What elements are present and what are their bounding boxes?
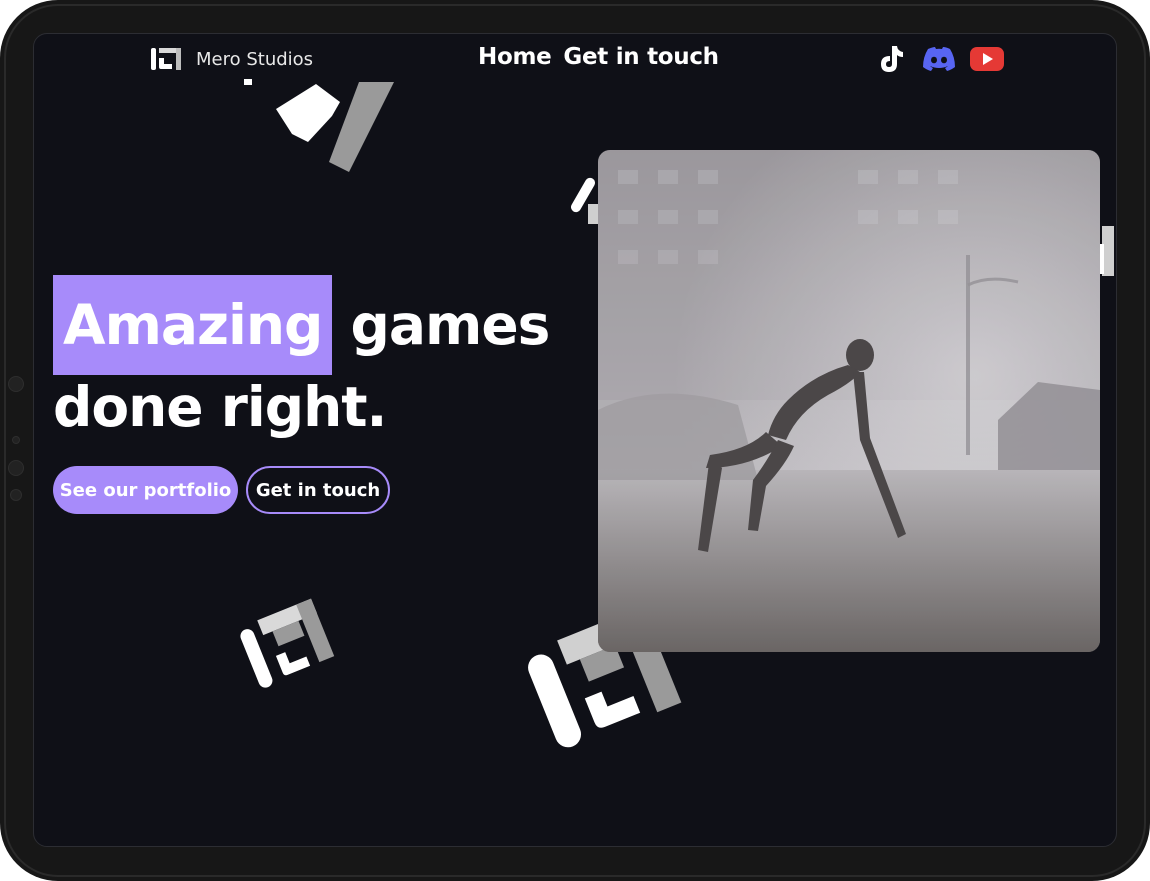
get-in-touch-button[interactable]: Get in touch [246, 466, 390, 514]
decorative-logo-shape [240, 598, 335, 688]
youtube-icon[interactable] [970, 44, 1004, 74]
brand-name: Mero Studios [196, 48, 314, 70]
nav-link-get-in-touch[interactable]: Get in touch [563, 44, 719, 70]
hero-highlight-word: Amazing [53, 275, 333, 375]
hero-buttons: See our portfolio Get in touch [53, 466, 390, 514]
screen: Mero Studios Home Get in touch Amazing g… [33, 33, 1117, 847]
top-navigation: Mero Studios Home Get in touch [34, 34, 1116, 86]
nav-links: Home Get in touch [478, 44, 719, 70]
discord-icon[interactable] [922, 44, 956, 74]
sensor-dot [12, 436, 20, 444]
brand-logo-icon [151, 48, 181, 70]
nav-link-home[interactable]: Home [478, 44, 552, 70]
tiktok-icon[interactable] [874, 44, 908, 74]
camera-dot [8, 376, 24, 392]
brand[interactable]: Mero Studios [150, 46, 313, 72]
camera-dot [10, 489, 22, 501]
hero-title-rest: games [350, 293, 551, 357]
tablet-device-frame: Mero Studios Home Get in touch Amazing g… [0, 0, 1150, 881]
hero-title-line2: done right. [53, 375, 387, 439]
see-portfolio-button[interactable]: See our portfolio [53, 466, 238, 514]
social-links [874, 44, 1004, 74]
hero-game-screenshot [598, 150, 1100, 652]
hero-heading: Amazing games done right. [53, 275, 551, 447]
camera-dot [8, 460, 24, 476]
